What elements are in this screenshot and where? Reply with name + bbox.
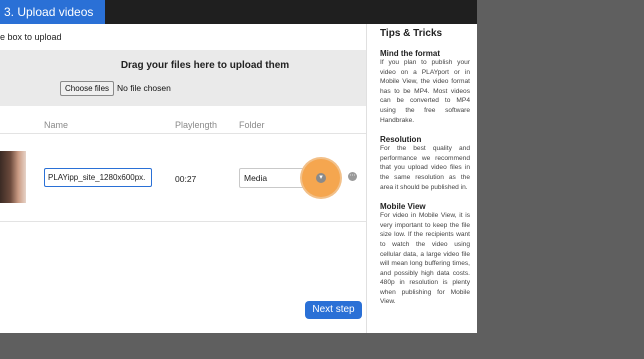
tip-body-resolution: For the best quality and performance we …	[380, 145, 470, 191]
tip-body-format: If you plan to publish your video on a P…	[380, 59, 470, 124]
drop-zone-title: Drag your files here to upload them	[120, 60, 290, 71]
next-step-button[interactable]: Next step	[305, 301, 362, 319]
sidebar-divider	[366, 24, 367, 333]
no-file-chosen-label: No file chosen	[117, 83, 171, 93]
chevron-down-icon[interactable]: ▾	[316, 173, 326, 183]
tip-heading-format: Mind the format	[380, 49, 440, 58]
drop-zone[interactable]	[0, 50, 366, 106]
upload-instruction: e box to upload	[0, 32, 62, 42]
video-thumbnail	[0, 151, 26, 203]
more-options-icon[interactable]: ⋯	[348, 172, 357, 181]
video-playlength: 00:27	[175, 174, 197, 184]
header-divider	[0, 133, 366, 134]
column-header-playlength: Playlength	[175, 120, 218, 130]
column-header-folder: Folder	[239, 120, 265, 130]
upload-dialog: 3. Upload videos e box to upload Drag yo…	[0, 0, 477, 333]
video-name-input[interactable]	[44, 168, 152, 187]
tips-sidebar: Tips & Tricks Mind the format If you pla…	[380, 28, 470, 317]
top-bar: 3. Upload videos	[0, 0, 477, 24]
tip-heading-mobile-view: Mobile View	[380, 202, 426, 212]
column-header-name: Name	[44, 120, 69, 130]
row-divider	[0, 221, 366, 222]
tip-heading-resolution: Resolution	[380, 135, 422, 145]
tips-title: Tips & Tricks	[380, 28, 443, 39]
folder-select[interactable]: Media	[239, 168, 307, 188]
tip-body-mobile-view: For video in Mobile View, it is very imp…	[380, 212, 470, 306]
step-title: 3. Upload videos	[0, 0, 105, 24]
choose-files-button[interactable]: Choose files	[60, 81, 115, 96]
